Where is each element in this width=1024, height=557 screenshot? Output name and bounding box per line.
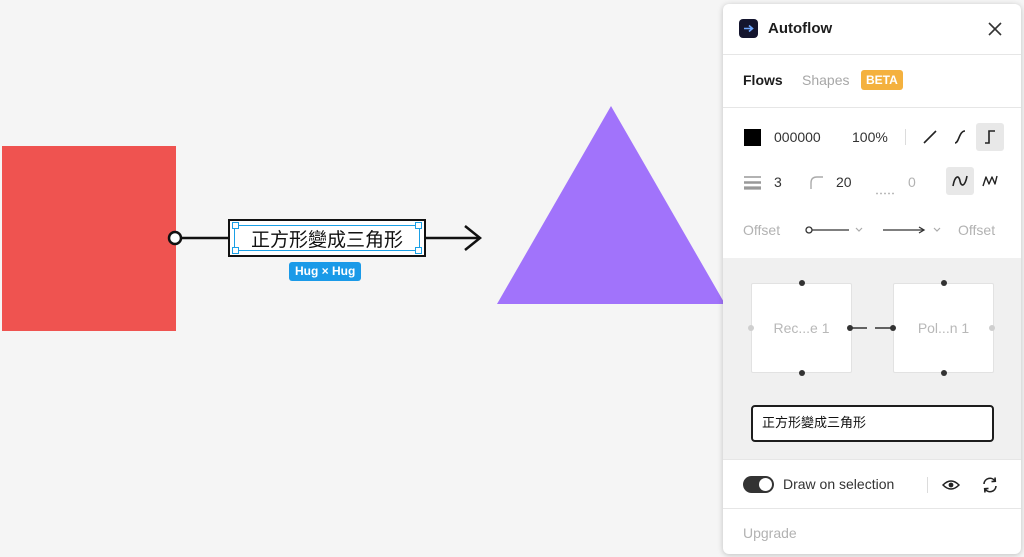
dash-input[interactable]: 0 [908,174,916,190]
offset-end-label: Offset [958,222,996,238]
connector-text-input[interactable]: 正方形變成三角形 [751,405,994,442]
corner-radius-input[interactable]: 20 [836,174,852,190]
step-line-icon[interactable] [976,123,1004,151]
flow-preview: Rec...e 1 Pol...n 1 正方形變成三角形 [723,258,1021,459]
draw-on-selection-toggle[interactable] [743,476,774,493]
upgrade-section: Upgrade [723,508,1021,554]
draw-on-selection-label: Draw on selection [783,476,895,492]
divider [927,477,928,493]
close-icon[interactable] [985,19,1005,39]
anchor-dot[interactable] [847,325,853,331]
upgrade-link[interactable]: Upgrade [743,525,797,541]
panel-footer: Draw on selection [723,459,1021,511]
anchor-dot[interactable] [748,325,754,331]
beta-badge: BETA [861,70,903,90]
eye-icon[interactable] [937,471,965,499]
autoflow-logo-icon [739,19,758,38]
triangle-shape[interactable] [497,106,725,304]
panel-title: Autoflow [768,20,833,37]
divider [905,129,906,145]
style-settings: 000000 100% 3 20 0 Offset Offset [723,108,1021,258]
color-swatch[interactable] [744,129,761,146]
anchor-dot[interactable] [989,325,995,331]
connector-label[interactable]: 正方形變成三角形 [228,219,426,257]
refresh-icon[interactable] [976,471,1004,499]
anchor-dot[interactable] [799,280,805,286]
anchor-dot[interactable] [890,325,896,331]
resize-handle-tr[interactable] [415,222,422,229]
straight-line-icon[interactable] [916,123,944,151]
autoflow-panel: Autoflow Flows Shapes BETA 000000 100% 3… [723,4,1021,554]
resize-handle-bl[interactable] [232,247,239,254]
tab-shapes[interactable]: Shapes [802,72,849,88]
tab-flows[interactable]: Flows [743,72,783,88]
offset-start-label: Offset [743,222,781,238]
anchor-dot[interactable] [941,370,947,376]
resize-handle-tl[interactable] [232,222,239,229]
dash-icon [876,182,896,195]
stroke-width-input[interactable]: 3 [774,174,782,190]
resize-handle-br[interactable] [415,247,422,254]
opacity-input[interactable]: 100% [852,129,888,145]
anchor-dot[interactable] [941,280,947,286]
squiggle-icon[interactable] [976,167,1004,195]
stroke-width-icon [744,174,761,191]
anchor-dot[interactable] [799,370,805,376]
corner-radius-icon [809,175,823,189]
connector-label-text: 正方形變成三角形 [250,228,403,251]
curve-line-icon[interactable] [946,123,974,151]
panel-header: Autoflow [723,4,1021,54]
start-cap-select[interactable] [805,221,867,239]
panel-tabs: Flows Shapes BETA [723,55,1021,107]
color-hex-input[interactable]: 000000 [774,129,821,145]
size-badge: Hug × Hug [289,262,362,281]
smooth-squiggle-icon[interactable] [946,167,974,195]
toggle-knob [759,478,772,491]
end-cap-select[interactable] [883,221,945,239]
